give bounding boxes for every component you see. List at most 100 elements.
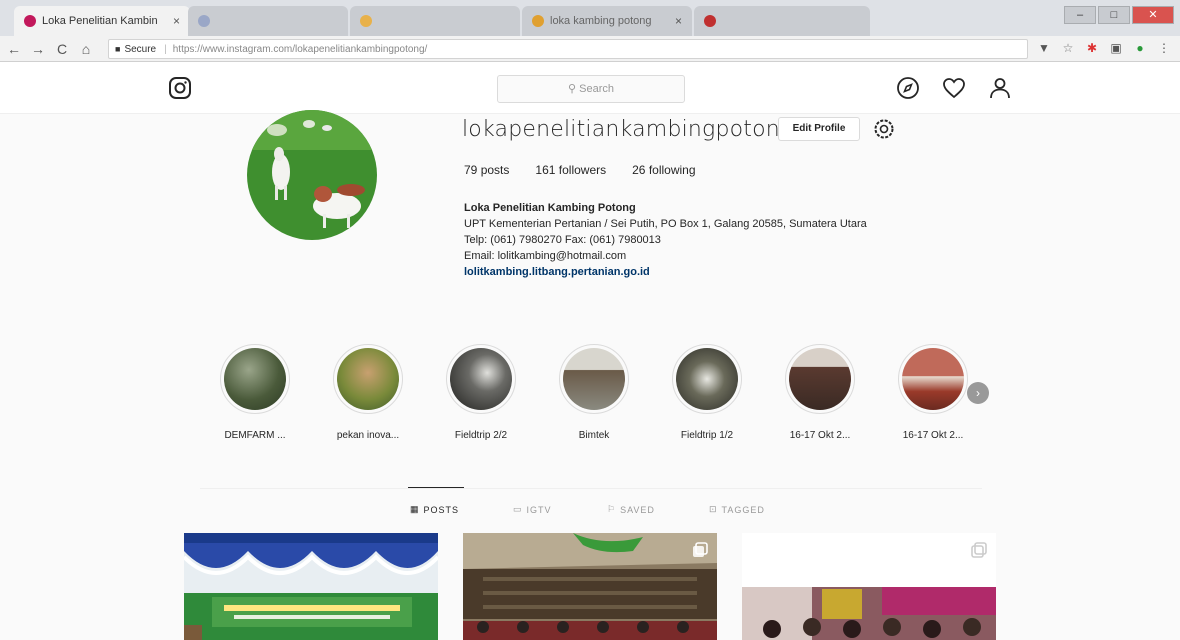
- multiple-photos-icon: [971, 542, 987, 558]
- post-thumbnail[interactable]: [463, 533, 717, 640]
- highlight-ring: [672, 344, 742, 414]
- reload-button[interactable]: C: [52, 39, 72, 59]
- tag-icon: ⊡: [709, 504, 718, 514]
- highlight-label: Fieldtrip 1/2: [680, 430, 734, 441]
- story-highlight[interactable]: DEMFARM ...: [217, 344, 293, 441]
- story-highlight[interactable]: Bimtek: [556, 344, 632, 441]
- active-tab-indicator: [408, 487, 464, 488]
- instagram-favicon-icon: [24, 15, 36, 27]
- separator: |: [164, 43, 167, 55]
- compass-icon[interactable]: [896, 76, 920, 100]
- story-highlight[interactable]: pekan inova...: [330, 344, 406, 441]
- instagram-logo-icon[interactable]: [168, 76, 192, 100]
- maximize-button[interactable]: □: [1098, 6, 1130, 24]
- post-thumbnail[interactable]: [742, 533, 996, 640]
- profile-bio: Loka Penelitian Kambing Potong UPT Kemen…: [464, 200, 867, 280]
- goats-photo: [247, 110, 377, 240]
- window-controls: – □ ✕: [1064, 6, 1174, 24]
- tab-tagged[interactable]: ⊡ TAGGED: [709, 504, 765, 515]
- tab-favicon-icon: [360, 15, 372, 27]
- minimize-button[interactable]: –: [1064, 6, 1096, 24]
- post-photo: [742, 533, 996, 640]
- bio-full-name: Loka Penelitian Kambing Potong: [464, 202, 636, 214]
- highlight-ring: [898, 344, 968, 414]
- tabs-divider: [200, 488, 982, 489]
- post-thumbnail[interactable]: [184, 533, 438, 640]
- tab-igtv[interactable]: ▭ IGTV: [513, 504, 552, 515]
- highlight-label: Fieldtrip 2/2: [454, 430, 508, 441]
- highlight-thumbnail: [224, 348, 286, 410]
- browser-tab-active[interactable]: Loka Penelitian Kambin ×: [14, 6, 190, 36]
- settings-gear-icon[interactable]: [872, 117, 896, 141]
- grid-icon: ▦: [410, 504, 420, 514]
- highlight-label: DEMFARM ...: [224, 430, 286, 441]
- highlight-thumbnail: [789, 348, 851, 410]
- tab-close-icon[interactable]: ×: [173, 14, 180, 28]
- bookmark-icon: ⚐: [607, 504, 617, 514]
- highlight-ring: [785, 344, 855, 414]
- bio-line: UPT Kementerian Pertanian / Sei Putih, P…: [464, 218, 867, 230]
- highlight-label: 16-17 Okt 2...: [789, 430, 851, 441]
- edit-profile-button[interactable]: Edit Profile: [778, 117, 860, 141]
- highlight-ring: [220, 344, 290, 414]
- forward-button[interactable]: →: [28, 39, 48, 59]
- highlight-thumbnail: [902, 348, 964, 410]
- extension-icons: ▼ ☆ ✱ ▣ ● ⋮: [1036, 40, 1172, 56]
- tv-icon: ▭: [513, 504, 523, 514]
- browser-tabbar: Loka Penelitian Kambin × loka kambing po…: [0, 0, 1180, 36]
- star-icon[interactable]: ☆: [1060, 40, 1076, 56]
- highlight-label: Bimtek: [578, 430, 610, 441]
- highlight-thumbnail: [337, 348, 399, 410]
- extension-green-icon[interactable]: ●: [1132, 40, 1148, 56]
- profile-stats: 79 posts 161 followers 26 following: [464, 163, 696, 177]
- person-icon[interactable]: [988, 76, 1012, 100]
- heart-icon[interactable]: [942, 76, 966, 100]
- tab-title: Loka Penelitian Kambin: [42, 15, 158, 27]
- tab-favicon-icon: [532, 15, 544, 27]
- browser-tab[interactable]: loka kambing potong ×: [522, 6, 692, 36]
- profile-avatar[interactable]: [247, 110, 377, 240]
- highlight-thumbnail: [450, 348, 512, 410]
- instagram-header: ⚲ Search: [0, 62, 1180, 114]
- story-highlight[interactable]: 16-17 Okt 2...: [782, 344, 858, 441]
- search-icon: ⚲: [568, 83, 580, 95]
- tab-posts[interactable]: ▦ POSTS: [410, 504, 459, 515]
- story-highlight[interactable]: Fieldtrip 2/2: [443, 344, 519, 441]
- highlight-label: 16-17 Okt 2...: [902, 430, 964, 441]
- url-text: https://www.instagram.com/lokapenelitian…: [172, 43, 428, 55]
- address-bar[interactable]: ■ Secure | https://www.instagram.com/lok…: [108, 39, 1028, 59]
- extension-red-icon[interactable]: ✱: [1084, 40, 1100, 56]
- post-photo: [463, 533, 717, 640]
- home-button[interactable]: ⌂: [76, 39, 96, 59]
- back-button[interactable]: ←: [4, 39, 24, 59]
- search-input[interactable]: ⚲ Search: [497, 75, 685, 103]
- highlight-thumbnail: [563, 348, 625, 410]
- tab-saved[interactable]: ⚐ SAVED: [607, 504, 655, 515]
- bio-line: Telp: (061) 7980270 Fax: (061) 7980013: [464, 234, 661, 246]
- secure-label: Secure: [124, 43, 157, 55]
- browser-tab[interactable]: [350, 6, 520, 36]
- story-highlight[interactable]: Fieldtrip 1/2: [669, 344, 745, 441]
- followers-count[interactable]: 161 followers: [535, 163, 606, 177]
- browser-tab[interactable]: [694, 6, 870, 36]
- extension-grid-icon[interactable]: ▣: [1108, 40, 1124, 56]
- browser-toolbar: ← → C ⌂ ■ Secure | https://www.instagram…: [0, 36, 1180, 62]
- highlight-ring: [446, 344, 516, 414]
- multiple-photos-icon: [693, 542, 708, 557]
- posts-count: 79 posts: [464, 163, 510, 177]
- menu-icon[interactable]: ⋮: [1156, 40, 1172, 56]
- highlights-next-button[interactable]: ›: [967, 382, 989, 404]
- browser-tab[interactable]: [188, 6, 348, 36]
- tab-favicon-icon: [704, 15, 716, 27]
- lock-icon: ■: [115, 44, 121, 54]
- highlight-ring: [559, 344, 629, 414]
- bio-website-link[interactable]: lolitkambing.litbang.pertanian.go.id: [464, 264, 867, 280]
- filter-icon[interactable]: ▼: [1036, 40, 1052, 56]
- highlight-ring: [333, 344, 403, 414]
- highlight-thumbnail: [676, 348, 738, 410]
- tab-close-icon[interactable]: ×: [675, 14, 682, 28]
- post-photo: [184, 533, 438, 640]
- close-window-button[interactable]: ✕: [1132, 6, 1174, 24]
- following-count[interactable]: 26 following: [632, 163, 695, 177]
- story-highlight[interactable]: 16-17 Okt 2...: [895, 344, 971, 441]
